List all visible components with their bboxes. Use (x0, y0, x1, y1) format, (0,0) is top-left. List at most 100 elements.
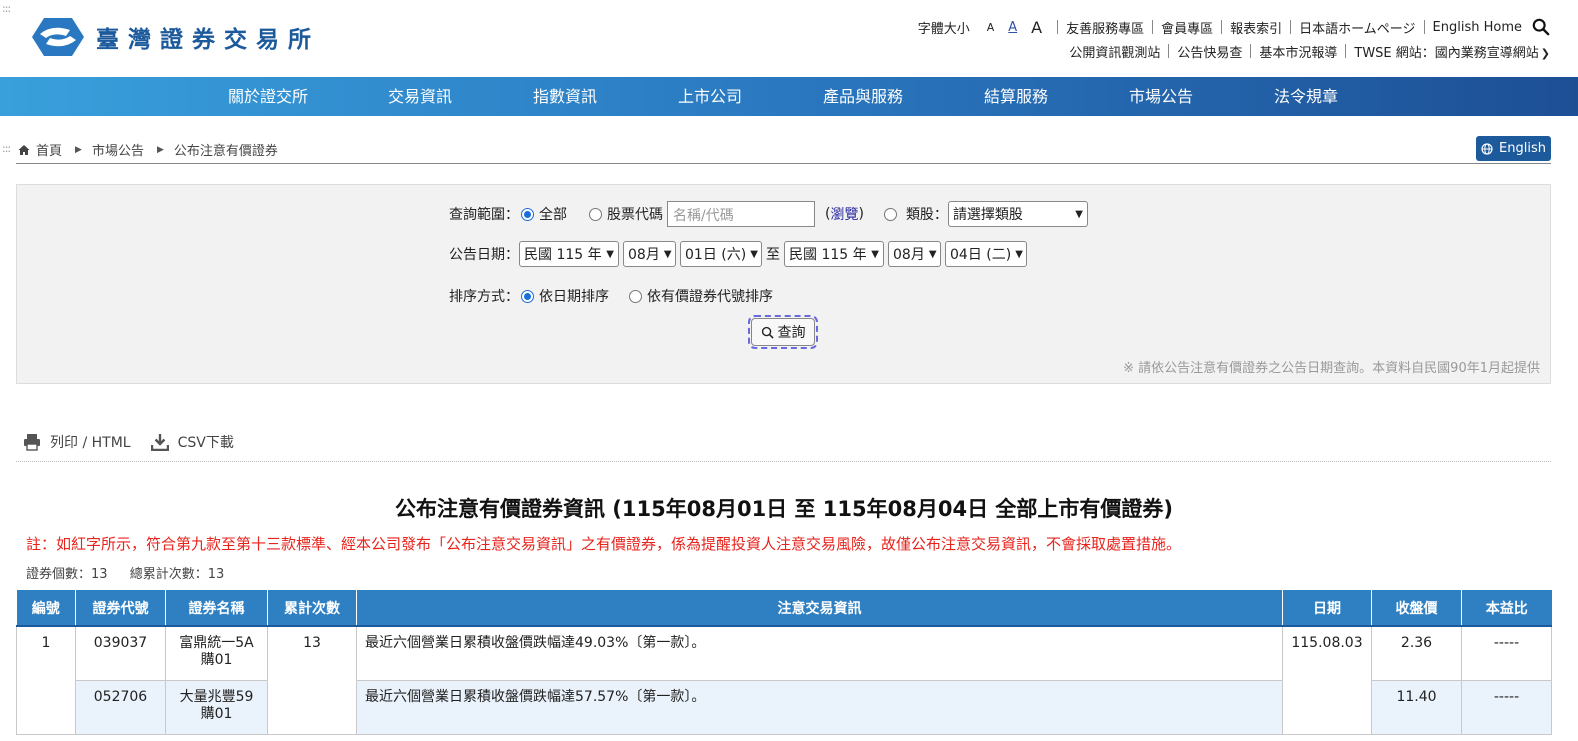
from-year-value: 民國 115 年 (524, 247, 602, 263)
chevron-down-icon: ▼ (750, 248, 758, 260)
browse-link[interactable]: 瀏覽 (830, 204, 858, 224)
col-header-code[interactable]: 證券代號 (75, 590, 166, 627)
brand-name: 臺灣證券交易所 (96, 26, 320, 53)
chevron-down-icon: ❯ (1540, 46, 1550, 60)
to-month-value: 08月 (893, 247, 925, 263)
nav-about[interactable]: 關於證交所 (228, 77, 308, 116)
link-english-home[interactable]: English Home (1433, 20, 1522, 35)
category-select-value: 請選擇類股 (952, 207, 1023, 223)
link-market-report[interactable]: 基本市況報導 (1259, 42, 1337, 61)
col-header-date[interactable]: 日期 (1282, 590, 1372, 627)
breadcrumb-arrow-icon: ▶ (156, 144, 164, 155)
query-form: 查詢範圍： 全部 股票代碼 名稱/代碼 (瀏覽) 類股： 請選擇類股 ▼ 公告日期… (16, 184, 1551, 384)
from-year-select[interactable]: 民國 115 年 ▼ (519, 241, 619, 267)
query-submit-button[interactable]: 查詢 (748, 315, 818, 349)
category-select[interactable]: 請選擇類股 ▼ (947, 201, 1088, 227)
to-year-value: 民國 115 年 (789, 247, 867, 263)
col-header-no[interactable]: 編號 (16, 590, 76, 627)
link-report-index[interactable]: 報表索引 (1230, 18, 1282, 37)
link-mops[interactable]: 公開資訊觀測站 (1069, 42, 1160, 61)
col-header-name[interactable]: 證券名稱 (165, 590, 268, 627)
globe-icon (1481, 142, 1493, 155)
cell-times: 13 (267, 625, 357, 735)
cell-code[interactable]: 052706 (75, 679, 166, 735)
breadcrumb-market[interactable]: 市場公告 (92, 140, 144, 159)
query-sort-row: 排序方式： 依日期排序 依有價證券代號排序 (449, 286, 773, 306)
font-size-small-button[interactable]: A (987, 21, 995, 34)
print-html-link[interactable]: 列印 / HTML (50, 432, 131, 452)
browse-paren-close: ) (858, 206, 864, 222)
cell-info: 最近六個營業日累積收盤價跌幅達57.57%〔第一款〕。 (356, 679, 1283, 735)
export-tools: 列印 / HTML CSV下載 (23, 432, 234, 452)
chevron-down-icon: ▼ (663, 248, 672, 260)
report-counts: 證券個數：13 總累計次數：13 (26, 563, 224, 582)
link-member-area[interactable]: 會員專區 (1161, 18, 1213, 37)
english-button[interactable]: English (1476, 136, 1551, 161)
sort-label: 排序方式： (449, 289, 519, 305)
search-icon (761, 326, 774, 339)
divider (1250, 44, 1252, 58)
brand-logo[interactable]: 臺灣證券交易所 (30, 14, 320, 60)
sort-date-radio[interactable] (521, 289, 534, 303)
to-day-select[interactable]: 04日 (二) ▼ (945, 241, 1027, 267)
to-year-select[interactable]: 民國 115 年 ▼ (784, 241, 884, 267)
nav-products[interactable]: 產品與服務 (823, 77, 903, 116)
chevron-down-icon: ▼ (928, 248, 937, 260)
from-day-select[interactable]: 01日 (六) ▼ (680, 241, 762, 267)
sort-code-radio[interactable] (629, 289, 642, 303)
stock-code-input[interactable]: 名稱/代碼 (667, 201, 815, 227)
nav-regulations[interactable]: 法令規章 (1274, 77, 1338, 116)
report-title: 公布注意有價證券資訊 (115年08月01日 至 115年08月04日 全部上市… (394, 497, 1173, 521)
table-row: 1 039037 富鼎統一5A購01 13 最近六個營業日累積收盤價跌幅達49.… (16, 625, 1552, 735)
from-month-value: 08月 (628, 247, 660, 263)
total-count: 總累計次數：13 (129, 567, 225, 582)
col-header-pe[interactable]: 本益比 (1461, 590, 1552, 627)
range-code-radio[interactable] (589, 207, 602, 221)
search-icon[interactable] (1532, 18, 1550, 36)
nav-listed[interactable]: 上市公司 (678, 77, 742, 116)
nav-index[interactable]: 指數資訊 (533, 77, 597, 116)
breadcrumb-home[interactable]: 首頁 (36, 140, 62, 159)
link-friendly-service[interactable]: 友善服務專區 (1066, 18, 1144, 37)
nav-trading[interactable]: 交易資訊 (388, 77, 452, 116)
cell-code[interactable]: 039037 (75, 625, 166, 681)
link-announcement-lookup[interactable]: 公告快易查 (1177, 42, 1242, 61)
site-select[interactable]: TWSE 網站：國內業務宣導網站 ❯ (1354, 42, 1550, 61)
cell-close: 11.40 (1371, 679, 1462, 735)
home-icon (18, 144, 30, 155)
col-header-times[interactable]: 累計次數 (267, 590, 357, 627)
divider (1345, 44, 1347, 58)
to-month-select[interactable]: 08月 ▼ (888, 241, 941, 267)
query-note: ※ 請依公告注意有價證券之公告日期查詢。本資料自民國90年1月起提供 (1123, 361, 1540, 376)
site-select-value: TWSE 網站：國內業務宣導網站 (1354, 45, 1539, 61)
divider (1057, 20, 1059, 34)
sort-code-label: 依有價證券代號排序 (647, 289, 773, 305)
query-range-row: 查詢範圍： 全部 股票代碼 名稱/代碼 (瀏覽) 類股： 請選擇類股 ▼ (449, 201, 1092, 227)
col-header-close[interactable]: 收盤價 (1371, 590, 1462, 627)
divider (1221, 20, 1223, 34)
accesskey-content[interactable]: ::: (2, 142, 11, 155)
security-count: 證券個數：13 (26, 567, 108, 582)
range-category-radio[interactable] (883, 207, 897, 221)
range-all-radio[interactable] (521, 207, 534, 221)
breadcrumb-current: 公布注意有價證券 (173, 144, 278, 159)
csv-download-link[interactable]: CSV下載 (178, 432, 234, 452)
font-size-medium-button[interactable]: A (1008, 20, 1017, 35)
cell-name[interactable]: 大量兆豐59購01 (165, 679, 268, 735)
date-to-word: 至 (766, 247, 780, 263)
font-size-large-button[interactable]: A (1031, 18, 1042, 37)
cell-close: 2.36 (1371, 625, 1462, 681)
range-label: 查詢範圍： (449, 207, 519, 223)
nav-clearing[interactable]: 結算服務 (984, 77, 1048, 116)
to-day-value: 04日 (二) (950, 247, 1012, 263)
col-header-info[interactable]: 注意交易資訊 (356, 590, 1283, 627)
range-code-label: 股票代碼 (607, 207, 663, 223)
cell-info: 最近六個營業日累積收盤價跌幅達49.03%〔第一款〕。 (356, 625, 1283, 681)
breadcrumb-divider (16, 163, 1551, 164)
link-japanese-home[interactable]: 日本語ホームページ (1299, 18, 1415, 37)
cell-name[interactable]: 富鼎統一5A購01 (165, 625, 268, 681)
from-month-select[interactable]: 08月 ▼ (623, 241, 676, 267)
nav-announcements[interactable]: 市場公告 (1129, 77, 1193, 116)
divider (1168, 44, 1170, 58)
divider (1423, 20, 1425, 34)
